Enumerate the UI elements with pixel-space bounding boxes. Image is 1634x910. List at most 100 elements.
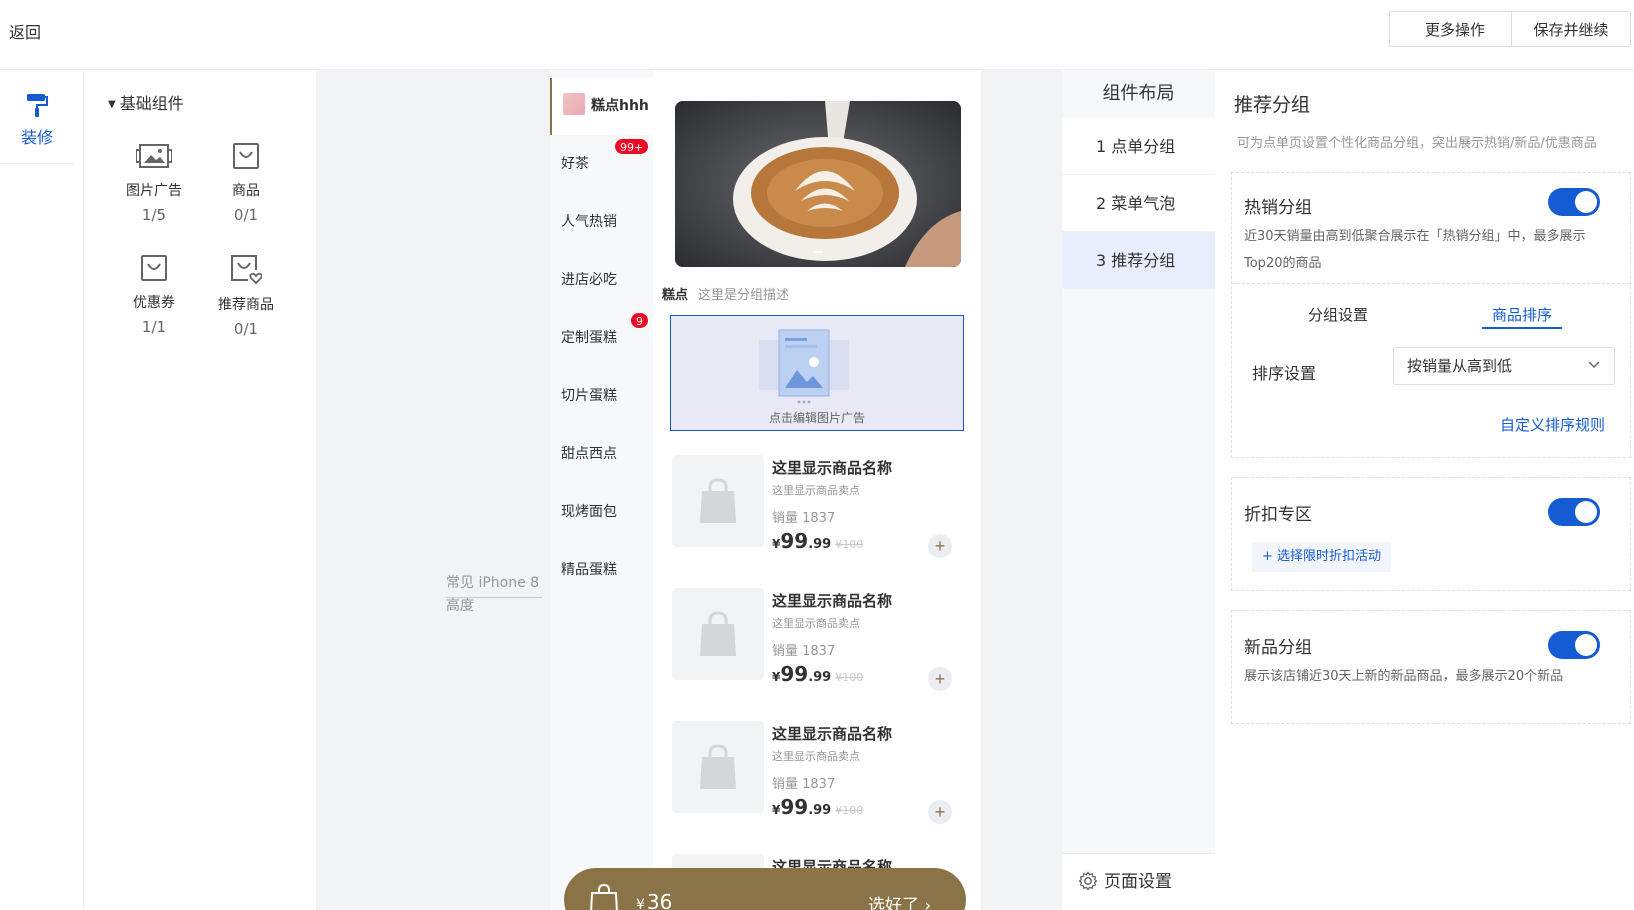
- new-goods-description: 展示该店铺近30天上新的新品商品，最多展示20个新品: [1244, 669, 1564, 684]
- phone-content: 糕点 这里是分组描述 点击编辑图片广告 这里显示商品名称 这里显示商品卖点 销量…: [653, 70, 981, 910]
- product-price: ¥99.99 ¥100: [772, 529, 863, 553]
- product-price: ¥99.99 ¥100: [772, 662, 863, 686]
- component-name: 优惠券: [133, 295, 175, 311]
- layout-item-order-group[interactable]: 1 点单分组: [1062, 118, 1215, 175]
- component-count: 1/1: [141, 318, 167, 336]
- new-goods-card: 新品分组 展示该店铺近30天上新的新品商品，最多展示20个新品: [1231, 610, 1631, 724]
- iphone-note-line2: 高度: [446, 598, 474, 614]
- more-actions-button[interactable]: 更多操作: [1389, 11, 1521, 47]
- settings-description: 可为点单页设置个性化商品分组，突出展示热销/新品/优惠商品: [1237, 136, 1597, 151]
- settings-panel: 推荐分组 可为点单页设置个性化商品分组，突出展示热销/新品/优惠商品 热销分组 …: [1215, 70, 1634, 910]
- checkout-button[interactable]: 选好了 ›: [868, 891, 931, 910]
- cart-amount: ¥36: [636, 890, 672, 910]
- product-image-placeholder: [672, 455, 764, 547]
- price-decimal: .99: [808, 537, 832, 552]
- image-ad-illustration-icon: [759, 329, 849, 404]
- discount-toggle[interactable]: [1548, 498, 1600, 526]
- component-image-ad[interactable]: 图片广告 1/5: [108, 142, 200, 224]
- category-item[interactable]: 进店必吃: [550, 252, 653, 309]
- layout-item-menu-bubble[interactable]: 2 菜单气泡: [1062, 175, 1215, 232]
- product-card[interactable]: 这里显示商品名称 这里显示商品卖点 销量 1837 ¥99.99 ¥100 +: [672, 721, 962, 824]
- goods-bag-icon: [233, 143, 259, 169]
- sort-select[interactable]: 按销量从高到低: [1393, 347, 1615, 385]
- add-to-cart-button[interactable]: +: [928, 667, 952, 691]
- hot-group-title: 热销分组: [1244, 198, 1312, 218]
- product-selling-point: 这里显示商品卖点: [772, 484, 860, 497]
- settings-title: 推荐分组: [1234, 94, 1311, 116]
- product-sales: 销量 1837: [772, 644, 836, 659]
- component-layout-panel: 组件布局 1 点单分组 2 菜单气泡 3 推荐分组 页面设置: [1062, 70, 1215, 910]
- tab-group-settings[interactable]: 分组设置: [1308, 304, 1368, 325]
- component-goods[interactable]: 商品 0/1: [200, 142, 292, 224]
- component-count: 0/1: [233, 320, 259, 338]
- image-ad-icon: [136, 144, 172, 168]
- category-label: 好茶: [561, 156, 589, 172]
- chevron-down-icon: [1588, 361, 1600, 368]
- rail-item-decorate[interactable]: 装修: [0, 70, 74, 164]
- product-sales: 销量 1837: [772, 511, 836, 526]
- component-coupon[interactable]: 优惠券 1/1: [108, 254, 200, 336]
- tab-goods-sort[interactable]: 商品排序: [1482, 304, 1563, 329]
- price-original: ¥100: [835, 804, 864, 817]
- product-selling-point: 这里显示商品卖点: [772, 617, 860, 630]
- product-card[interactable]: 这里显示商品名称 这里显示商品卖点 销量 1837 ¥99.99 ¥100 +: [672, 588, 962, 691]
- cart-bar[interactable]: ¥36 选好了 ›: [564, 868, 966, 910]
- product-name: 这里显示商品名称: [772, 592, 893, 610]
- category-badge: 9: [630, 312, 649, 329]
- add-to-cart-button[interactable]: +: [928, 800, 952, 824]
- cart-total: 36: [646, 890, 673, 910]
- category-label: 切片蛋糕: [561, 388, 617, 404]
- iphone-note-line1: 常见 iPhone 8: [446, 575, 540, 591]
- hot-group-card: 热销分组 近30天销量由高到低聚合展示在「热销分组」中，最多展示Top20的商品…: [1231, 172, 1631, 458]
- product-name: 这里显示商品名称: [772, 459, 893, 477]
- hot-group-toggle[interactable]: [1548, 188, 1600, 216]
- save-continue-button[interactable]: 保存并继续: [1511, 11, 1631, 47]
- product-image-placeholder: [672, 588, 764, 680]
- category-item[interactable]: 现烤面包: [550, 484, 653, 541]
- category-item[interactable]: 精品蛋糕: [550, 542, 653, 599]
- category-label: 进店必吃: [561, 272, 617, 288]
- product-card[interactable]: 这里显示商品名称 这里显示商品卖点 销量 1837 ¥99.99 ¥100 +: [672, 455, 962, 558]
- hot-group-settings: 分组设置 商品排序 排序设置 按销量从高到低 自定义排序规则: [1232, 283, 1630, 451]
- layout-item-recommend-group[interactable]: 3 推荐分组: [1062, 232, 1215, 289]
- group-name: 糕点: [662, 288, 689, 303]
- custom-sort-rule-link[interactable]: 自定义排序规则: [1500, 414, 1605, 435]
- component-count: 1/5: [141, 206, 167, 224]
- coupon-icon: [141, 255, 167, 281]
- product-price: ¥99.99 ¥100: [772, 795, 863, 819]
- new-goods-toggle[interactable]: [1548, 631, 1600, 659]
- category-badge: 99+: [614, 138, 650, 155]
- iphone-height-marker: [446, 597, 542, 598]
- product-sales: 销量 1837: [772, 777, 836, 792]
- sort-setting-label: 排序设置: [1252, 364, 1317, 383]
- paint-roller-icon: [26, 92, 48, 122]
- component-name: 图片广告: [126, 183, 182, 199]
- price-decimal: .99: [808, 670, 832, 685]
- choose-discount-activity-button[interactable]: + 选择限时折扣活动: [1252, 542, 1392, 572]
- product-name: 这里显示商品名称: [772, 725, 893, 743]
- category-label: 精品蛋糕: [561, 562, 617, 578]
- product-image-placeholder: [672, 721, 764, 813]
- page-setting-button[interactable]: 页面设置: [1062, 853, 1215, 910]
- image-ad-placeholder[interactable]: 点击编辑图片广告: [670, 315, 964, 431]
- price-decimal: .99: [808, 803, 832, 818]
- page-setting-label: 页面设置: [1104, 872, 1172, 892]
- category-item[interactable]: 切片蛋糕: [550, 368, 653, 425]
- component-recommend-goods[interactable]: 推荐商品 0/1: [200, 254, 292, 338]
- layout-title: 组件布局: [1102, 83, 1175, 104]
- category-label: 定制蛋糕: [561, 330, 617, 346]
- category-label: 甜点西点: [561, 446, 617, 462]
- back-link[interactable]: 返回: [9, 19, 41, 43]
- category-item[interactable]: 甜点西点: [550, 426, 653, 483]
- sort-select-value: 按销量从高到低: [1407, 357, 1513, 375]
- hero-banner-image[interactable]: [675, 101, 961, 267]
- cart-bag-icon: [590, 884, 618, 910]
- category-thumbnail: [563, 93, 585, 115]
- group-header: 糕点 这里是分组描述: [662, 284, 789, 303]
- add-to-cart-button[interactable]: +: [928, 534, 952, 558]
- price-integer: 99: [780, 662, 809, 686]
- category-item[interactable]: 人气热销: [550, 194, 653, 251]
- basic-components-header[interactable]: ▼ 基础组件: [108, 90, 184, 114]
- cart-currency: ¥: [636, 897, 645, 910]
- category-item[interactable]: 糕点hhh: [550, 78, 653, 135]
